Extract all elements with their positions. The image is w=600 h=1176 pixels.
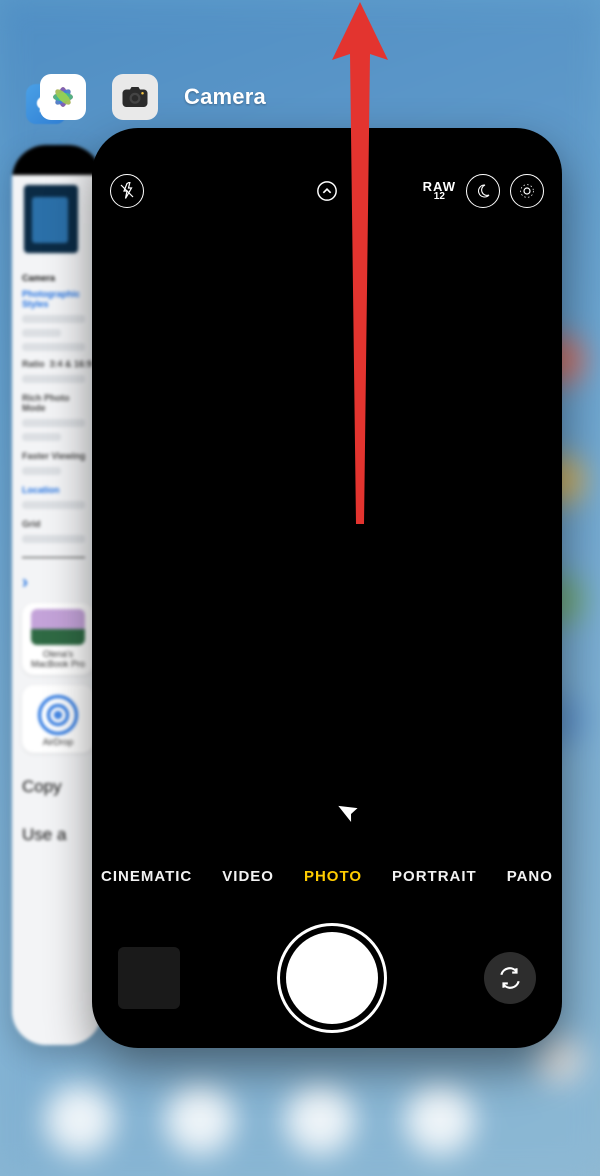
live-photo-button[interactable] [510, 174, 544, 208]
camera-bottom-bar [92, 918, 562, 1038]
section-link[interactable]: Location [22, 485, 92, 495]
chevron-up-icon [316, 180, 338, 202]
app-switcher-header: Camera [40, 74, 266, 120]
switch-camera-button[interactable] [484, 952, 536, 1004]
background-app-card[interactable]: Camera Photographic Styles Ratio 3:4 & 1… [12, 145, 102, 1045]
camera-app-card[interactable]: RAW 12 CINEMATIC VIDEO PHOTO PORTRAIT PA… [92, 128, 562, 1048]
section-label: Grid [22, 519, 92, 529]
share-action-use[interactable]: Use a [22, 811, 92, 859]
raw-sub-label: 12 [423, 192, 456, 201]
chevron-right-icon: › [22, 572, 28, 592]
camera-app-icon[interactable] [112, 74, 158, 120]
device-sub: MacBook Pro [28, 659, 88, 669]
last-photo-thumbnail[interactable] [118, 947, 180, 1009]
airdrop-icon [38, 695, 78, 735]
raw-toggle-button[interactable]: RAW 12 [423, 181, 456, 202]
mode-cinematic[interactable]: CINEMATIC [101, 868, 192, 885]
cursor-icon [333, 796, 368, 834]
photos-app-icon[interactable] [40, 74, 86, 120]
live-photo-icon [518, 182, 536, 200]
mode-video[interactable]: VIDEO [222, 868, 274, 885]
flash-off-icon [118, 182, 136, 200]
camera-glyph-icon [120, 82, 150, 112]
night-mode-button[interactable] [466, 174, 500, 208]
share-target-airdrop[interactable]: AirDrop [22, 685, 94, 753]
mode-pano[interactable]: PANO [507, 868, 553, 885]
camera-options-expand-button[interactable] [310, 174, 344, 208]
ratio-label: Ratio [22, 359, 45, 369]
settings-heading: Camera [22, 273, 92, 283]
camera-mode-strip[interactable]: CINEMATIC VIDEO PHOTO PORTRAIT PANO [92, 868, 562, 885]
mode-photo[interactable]: PHOTO [304, 868, 362, 885]
share-action-copy[interactable]: Copy [22, 763, 92, 811]
macbook-wallpaper-icon [31, 609, 85, 645]
flash-toggle-button[interactable] [110, 174, 144, 208]
mode-portrait[interactable]: PORTRAIT [392, 868, 477, 885]
switch-camera-icon [497, 965, 523, 991]
share-target-macbook[interactable]: Olena's MacBook Pro [22, 603, 94, 675]
airdrop-label: AirDrop [28, 737, 88, 747]
photos-flower-icon [46, 80, 80, 114]
app-switcher-title: Camera [184, 84, 266, 110]
shutter-button[interactable] [286, 932, 378, 1024]
section-label: Rich Photo Mode [22, 393, 92, 413]
wallpaper-thumbnail [22, 183, 80, 255]
ratio-value: 3:4 & 16:9 [49, 359, 92, 369]
device-name: Olena's [28, 649, 88, 659]
camera-top-toolbar: RAW 12 [92, 166, 562, 216]
moon-icon [475, 183, 491, 199]
section-label: Faster Viewing [22, 451, 92, 461]
section-link[interactable]: Photographic Styles [22, 289, 92, 309]
